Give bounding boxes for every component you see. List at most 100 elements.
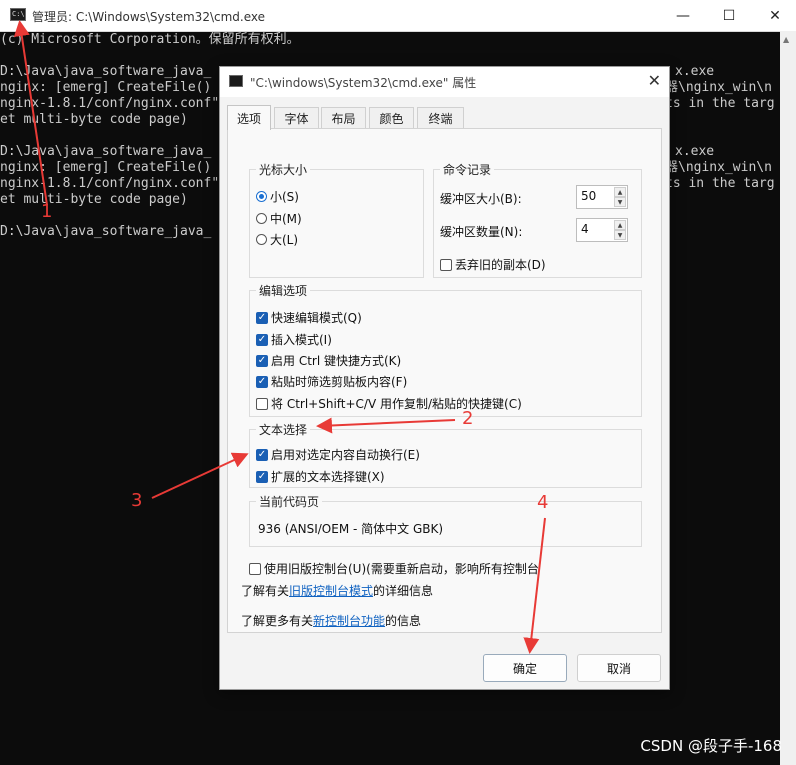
watermark: CSDN @段子手-168 xyxy=(640,737,782,755)
new-features-info-text: 了解更多有关新控制台功能的信息 xyxy=(241,612,421,629)
radio-selected-icon xyxy=(256,191,267,202)
checkbox-label: 快速编辑模式(Q) xyxy=(271,311,362,325)
window-title: 管理员: C:\Windows\System32\cmd.exe xyxy=(32,10,265,24)
buffer-count-value: 4 xyxy=(581,222,589,236)
console-line: et multi-byte code page) xyxy=(0,112,188,127)
properties-dialog: "C:\windows\System32\cmd.exe" 属性 ✕ 选项 字体… xyxy=(219,66,670,690)
radio-icon xyxy=(256,234,267,245)
buffer-size-stepper[interactable]: 50 ▲ ▼ xyxy=(576,185,628,209)
console-fragment: 器\nginx_win\n xyxy=(665,160,772,175)
codepage-value: 936 (ANSI/OEM - 简体中文 GBK) xyxy=(258,522,444,536)
checkbox-unchecked-icon xyxy=(256,397,268,410)
tab-options[interactable]: 选项 xyxy=(227,105,271,130)
dialog-titlebar: "C:\windows\System32\cmd.exe" 属性 ✕ xyxy=(220,67,669,97)
checkbox-label: 使用旧版控制台(U)(需要重新启动，影响所有控制台 xyxy=(264,562,539,576)
line-wrap-selection-checkbox[interactable]: ✓ 启用对选定内容自动换行(E) xyxy=(256,446,420,463)
spin-down-icon[interactable]: ▼ xyxy=(614,230,626,240)
insert-mode-checkbox[interactable]: ✓ 插入模式(I) xyxy=(256,331,332,348)
console-line: nginx: [emerg] CreateFile() xyxy=(0,80,212,95)
cursor-medium-radio[interactable]: 中(M) xyxy=(256,210,302,227)
checkbox-label: 插入模式(I) xyxy=(271,333,332,347)
tab-terminal[interactable]: 终端 xyxy=(417,107,464,129)
ctrl-shortcuts-checkbox[interactable]: ✓ 启用 Ctrl 键快捷方式(K) xyxy=(256,352,401,369)
ctrl-shift-cv-checkbox[interactable]: 将 Ctrl+Shift+C/V 用作复制/粘贴的快捷键(C) xyxy=(256,395,522,412)
options-panel: 光标大小 小(S) 中(M) 大(L) 命令记录 缓冲区大小(B): 50 ▲ … xyxy=(227,128,662,633)
spin-down-icon[interactable]: ▼ xyxy=(614,197,626,207)
legacy-console-checkbox[interactable]: 使用旧版控制台(U)(需要重新启动，影响所有控制台 xyxy=(249,560,539,577)
ok-button[interactable]: 确定 xyxy=(483,654,567,682)
tab-colors[interactable]: 颜色 xyxy=(369,107,414,129)
radio-icon xyxy=(256,213,267,224)
info-suffix: 的详细信息 xyxy=(373,584,434,598)
console-line: D:\Java\java_software_java_ xyxy=(0,144,212,159)
checkbox-label: 扩展的文本选择键(X) xyxy=(271,470,385,484)
tab-layout[interactable]: 布局 xyxy=(321,107,366,129)
console-line: D:\Java\java_software_java_ xyxy=(0,224,212,239)
buffer-size-value: 50 xyxy=(581,189,597,203)
legacy-mode-link[interactable]: 旧版控制台模式 xyxy=(289,584,373,598)
cursor-size-label: 光标大小 xyxy=(256,161,311,178)
console-line: nginx-1.8.1/conf/nginx.conf" xyxy=(0,96,220,111)
spin-up-icon[interactable]: ▲ xyxy=(614,187,626,197)
filter-paste-checkbox[interactable]: ✓ 粘贴时筛选剪贴板内容(F) xyxy=(256,373,407,390)
console-fragment: ts in the targ xyxy=(665,96,775,111)
close-button[interactable]: ✕ xyxy=(752,0,796,31)
buffer-size-label: 缓冲区大小(B): xyxy=(440,192,522,206)
minimize-button[interactable]: — xyxy=(660,0,706,31)
maximize-button[interactable]: ☐ xyxy=(706,0,752,31)
text-selection-label: 文本选择 xyxy=(256,421,311,438)
info-suffix: 的信息 xyxy=(385,614,422,628)
discard-old-duplicates-checkbox[interactable]: 丢弃旧的副本(D) xyxy=(440,256,546,273)
annotation-label-4: 4 xyxy=(537,492,549,513)
checkbox-label: 丢弃旧的副本(D) xyxy=(455,258,546,272)
vertical-scrollbar[interactable]: ▲ xyxy=(780,31,796,765)
tab-font[interactable]: 字体 xyxy=(274,107,319,129)
checkbox-checked-icon: ✓ xyxy=(256,354,268,367)
edit-options-group: 编辑选项 ✓ 快速编辑模式(Q) ✓ 插入模式(I) ✓ 启用 Ctrl 键快捷… xyxy=(249,282,642,417)
dialog-close-button[interactable]: ✕ xyxy=(648,71,661,90)
annotation-label-1: 1 xyxy=(41,201,53,222)
legacy-info-text: 了解有关旧版控制台模式的详细信息 xyxy=(241,582,433,599)
window-titlebar: 管理员: C:\Windows\System32\cmd.exe — ☐ ✕ xyxy=(0,0,796,32)
console-line: nginx: [emerg] CreateFile() xyxy=(0,160,212,175)
console-line: nginx-1.8.1/conf/nginx.conf" xyxy=(0,176,220,191)
cancel-button[interactable]: 取消 xyxy=(577,654,661,682)
checkbox-label: 启用对选定内容自动换行(E) xyxy=(271,448,420,462)
command-history-label: 命令记录 xyxy=(440,161,495,178)
buffer-count-label: 缓冲区数量(N): xyxy=(440,225,523,239)
codepage-group: 当前代码页 936 (ANSI/OEM - 简体中文 GBK) xyxy=(249,493,642,547)
text-selection-group: 文本选择 ✓ 启用对选定内容自动换行(E) ✓ 扩展的文本选择键(X) xyxy=(249,421,642,488)
console-line: et multi-byte code page) xyxy=(0,192,188,207)
cursor-size-group: 光标大小 小(S) 中(M) 大(L) xyxy=(249,161,424,278)
checkbox-label: 将 Ctrl+Shift+C/V 用作复制/粘贴的快捷键(C) xyxy=(271,397,522,411)
radio-label: 大(L) xyxy=(270,233,299,247)
dialog-title: "C:\windows\System32\cmd.exe" 属性 xyxy=(250,76,477,90)
edit-options-label: 编辑选项 xyxy=(256,282,311,299)
annotation-label-3: 3 xyxy=(131,490,143,511)
annotation-label-2: 2 xyxy=(462,408,474,429)
quick-edit-checkbox[interactable]: ✓ 快速编辑模式(Q) xyxy=(256,309,362,326)
console-fragment: 器\nginx_win\n xyxy=(665,80,772,95)
checkbox-checked-icon: ✓ xyxy=(256,470,268,483)
extended-selection-keys-checkbox[interactable]: ✓ 扩展的文本选择键(X) xyxy=(256,468,385,485)
console-fragment: ts in the targ xyxy=(665,176,775,191)
new-features-link[interactable]: 新控制台功能 xyxy=(313,614,385,628)
info-prefix: 了解更多有关 xyxy=(241,614,314,628)
command-history-group: 命令记录 缓冲区大小(B): 50 ▲ ▼ 缓冲区数量(N): 4 ▲ ▼ 丢弃… xyxy=(433,161,642,278)
console-line: (c) Microsoft Corporation。保留所有权利。 xyxy=(0,32,300,47)
cursor-large-radio[interactable]: 大(L) xyxy=(256,231,298,248)
console-line: D:\Java\java_software_java_ xyxy=(0,64,212,79)
console-fragment: x.exe xyxy=(675,144,715,159)
checkbox-checked-icon: ✓ xyxy=(256,448,268,461)
checkbox-checked-icon: ✓ xyxy=(256,311,268,324)
cmd-icon xyxy=(229,75,243,87)
codepage-label: 当前代码页 xyxy=(256,493,323,510)
scroll-up-icon[interactable]: ▲ xyxy=(783,35,789,44)
buffer-count-stepper[interactable]: 4 ▲ ▼ xyxy=(576,218,628,242)
checkbox-unchecked-icon xyxy=(249,562,261,575)
checkbox-checked-icon: ✓ xyxy=(256,375,268,388)
spin-up-icon[interactable]: ▲ xyxy=(614,220,626,230)
cmd-icon[interactable] xyxy=(10,8,26,21)
cursor-small-radio[interactable]: 小(S) xyxy=(256,188,299,205)
info-prefix: 了解有关 xyxy=(241,584,290,598)
